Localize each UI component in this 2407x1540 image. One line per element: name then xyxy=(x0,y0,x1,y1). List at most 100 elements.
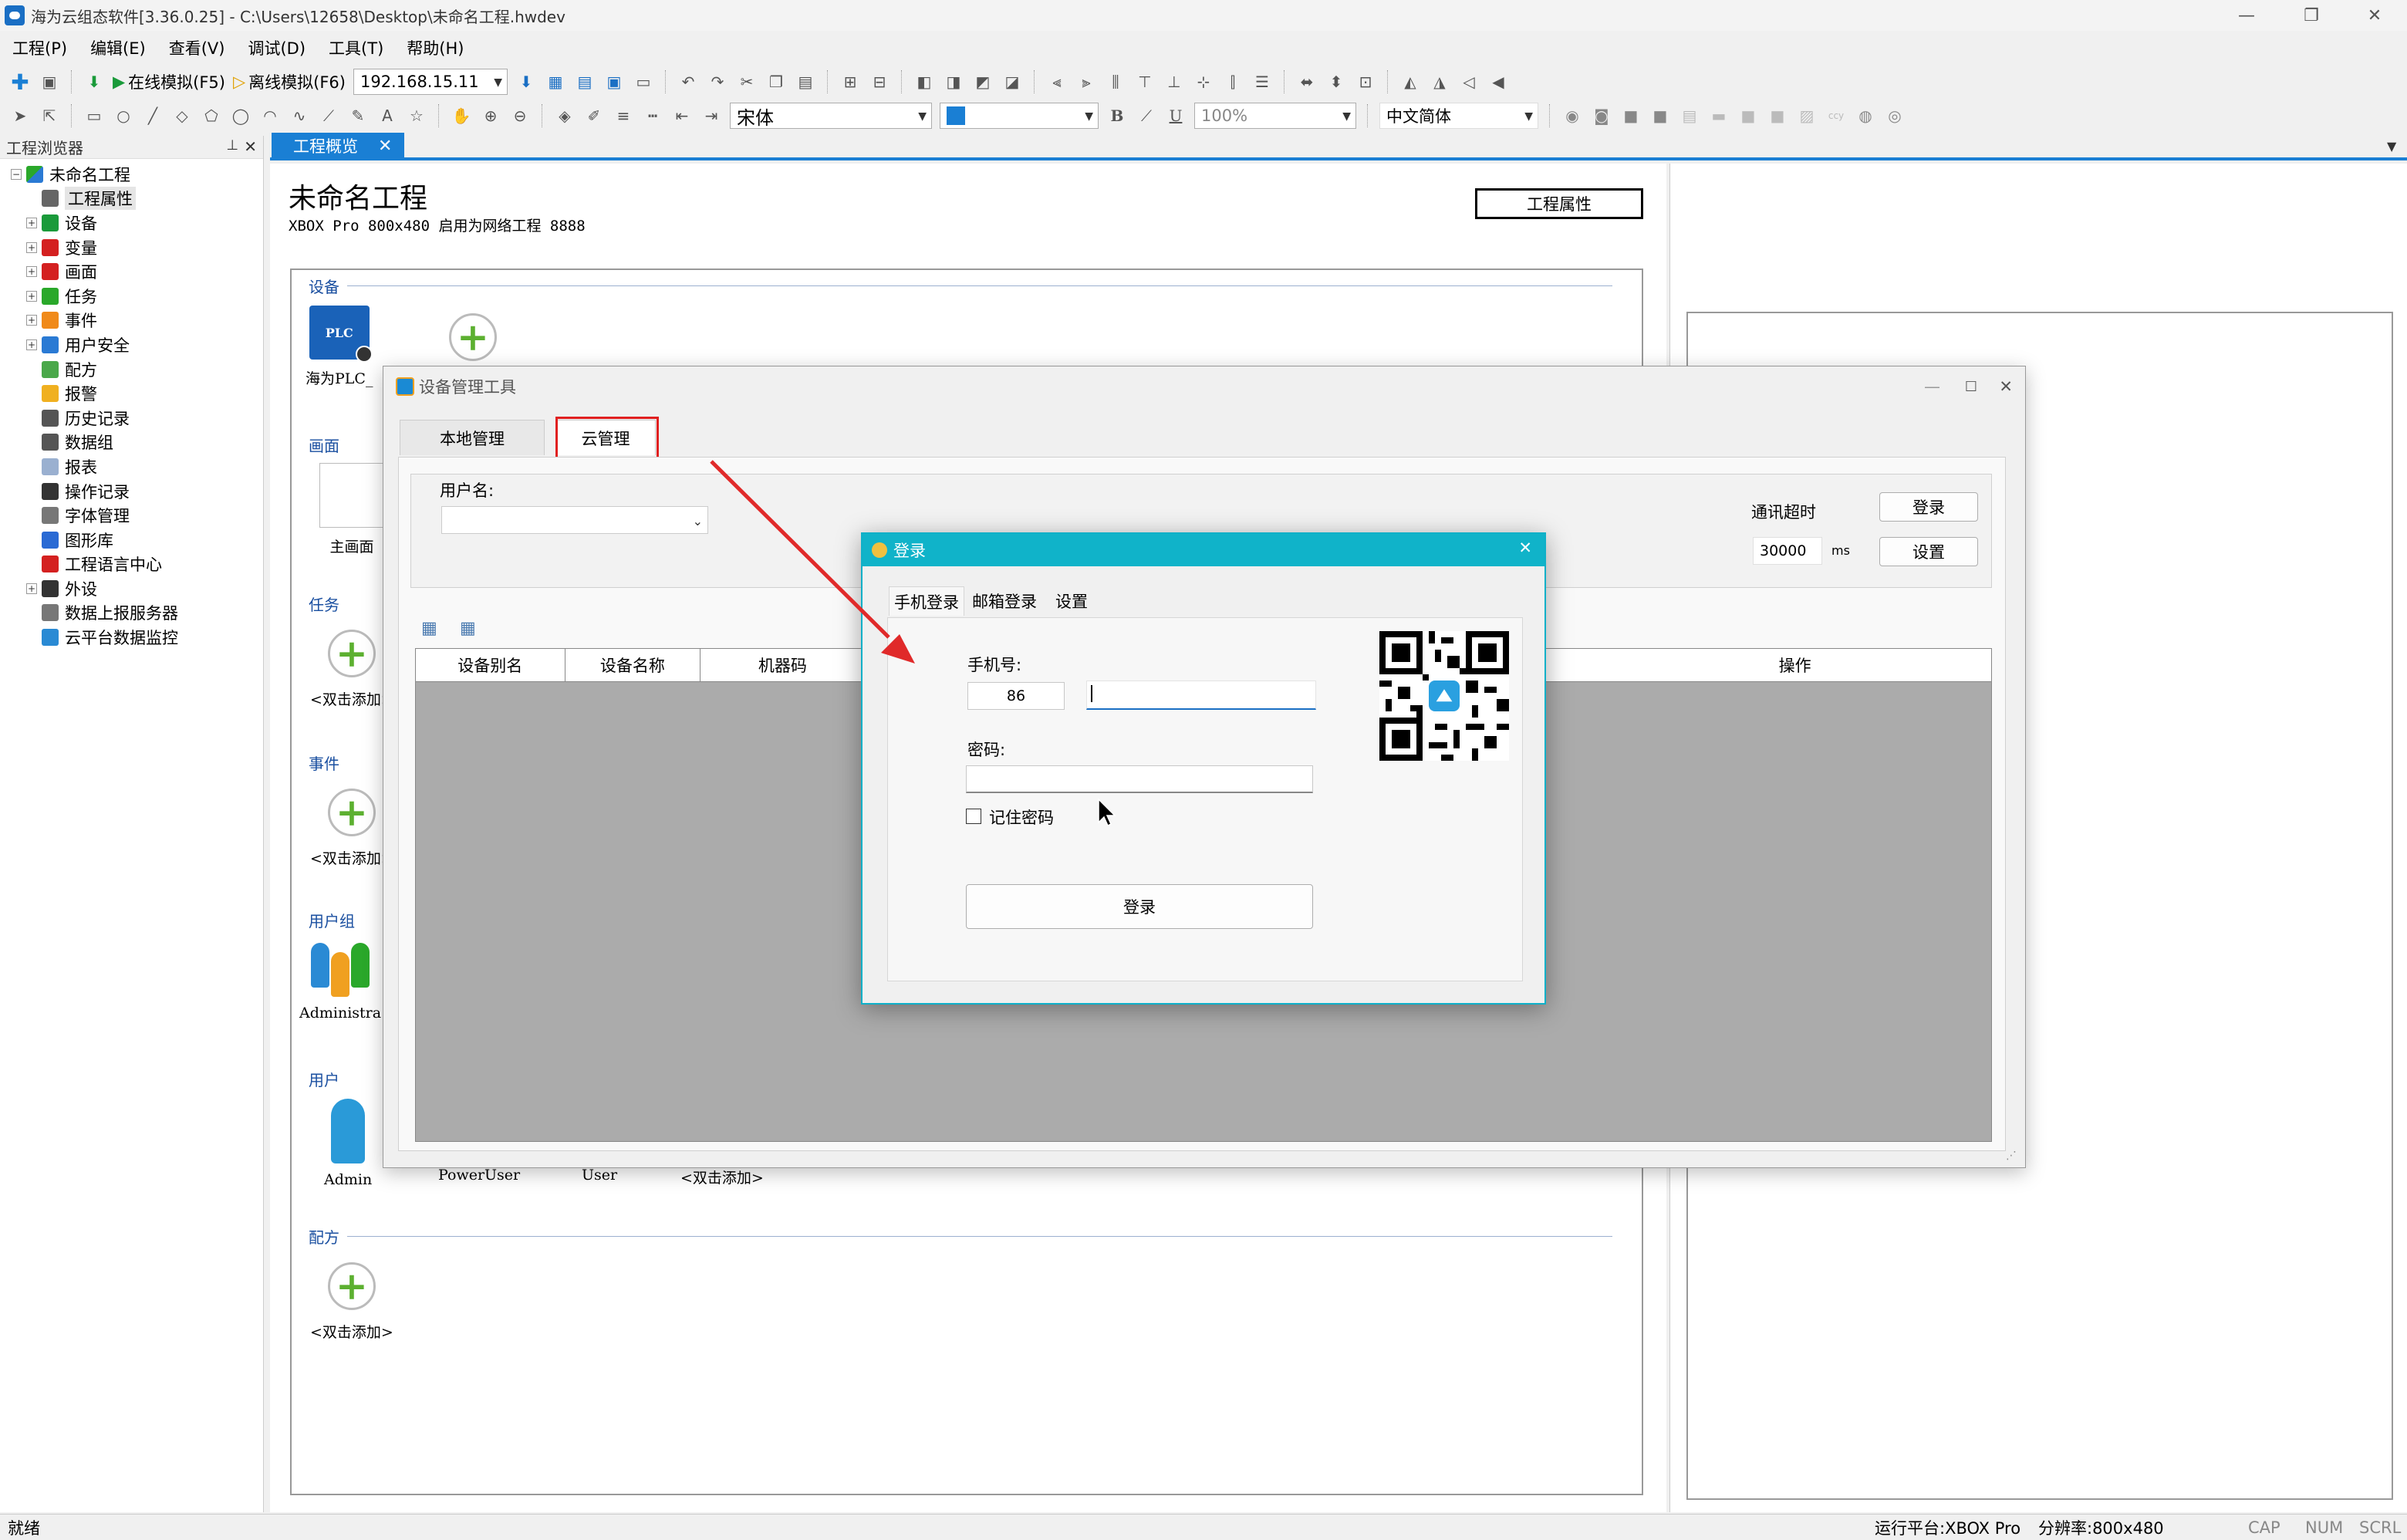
login-close-button[interactable]: ✕ xyxy=(1518,539,1532,557)
star-icon[interactable]: ☆ xyxy=(406,105,427,127)
line-style-icon[interactable]: ┅ xyxy=(642,105,663,127)
qr-code[interactable] xyxy=(1379,631,1509,761)
add-device-button[interactable]: + xyxy=(449,313,497,361)
redo-icon[interactable]: ↷ xyxy=(707,71,728,93)
backward-icon[interactable]: ◪ xyxy=(1001,71,1023,93)
device-settings-button[interactable]: 设置 xyxy=(1879,537,1978,566)
tree-item[interactable]: 数据组 xyxy=(11,431,263,455)
block2-icon[interactable]: ■ xyxy=(1767,105,1788,127)
ccy-icon[interactable]: ccy xyxy=(1825,105,1847,127)
device-item[interactable]: PLC 海为PLC_ xyxy=(306,306,373,388)
tab-overview[interactable]: 工程概览 ✕ xyxy=(272,133,404,159)
password-input[interactable] xyxy=(966,765,1313,793)
login-submit-button[interactable]: 登录 xyxy=(966,884,1313,929)
expand-icon[interactable]: + xyxy=(26,266,37,278)
resize-grip-icon[interactable]: ⋰ xyxy=(2006,1150,2017,1162)
add-task-button[interactable]: + <双击添加> xyxy=(310,630,393,709)
fill-color-icon[interactable]: ◈ xyxy=(554,105,576,127)
align-right-icon[interactable]: ⫸ xyxy=(1075,71,1097,93)
col-device-name[interactable]: 设备名称 xyxy=(565,649,701,681)
line-icon[interactable]: ╱ xyxy=(142,105,164,127)
close-button[interactable]: ✕ xyxy=(1999,377,2013,396)
tree-item[interactable]: 图形库 xyxy=(11,528,263,552)
expand-icon[interactable]: + xyxy=(26,241,37,253)
copy-icon[interactable]: ❐ xyxy=(765,71,787,93)
pipe-icon[interactable]: ⟋ xyxy=(318,105,339,127)
bold-button[interactable]: B xyxy=(1106,105,1128,127)
country-code-input[interactable]: 86 xyxy=(967,682,1065,710)
menu-edit[interactable]: 编辑(E) xyxy=(90,36,146,59)
menu-project[interactable]: 工程(P) xyxy=(12,36,67,59)
tree-item[interactable]: + 设备 xyxy=(11,211,263,235)
underline-button[interactable]: U xyxy=(1165,105,1187,127)
tree-item[interactable]: 配方 xyxy=(11,357,263,382)
diamond-icon[interactable]: ◇ xyxy=(171,105,193,127)
table-icon[interactable]: ▤ xyxy=(1679,105,1700,127)
select-icon[interactable]: ➤ xyxy=(9,105,31,127)
pin-icon[interactable]: ⊥ xyxy=(226,137,238,154)
forward-icon[interactable]: ◩ xyxy=(972,71,994,93)
record-icon[interactable]: ◉ xyxy=(1561,105,1583,127)
build-icon[interactable]: ▤ xyxy=(574,71,596,93)
cut-icon[interactable]: ✂ xyxy=(736,71,758,93)
align-top-icon[interactable]: ⊤ xyxy=(1134,71,1156,93)
screen-item[interactable]: 主画面 xyxy=(319,463,384,556)
screen-icon[interactable]: ▭ xyxy=(633,71,654,93)
layer-icon[interactable]: ■ xyxy=(1649,105,1671,127)
add-user-button[interactable]: <双击添加> xyxy=(680,1167,764,1187)
align-center-icon[interactable]: ⫼ xyxy=(1105,71,1126,93)
expand-icon[interactable]: + xyxy=(26,217,37,228)
select-area-icon[interactable]: ⇱ xyxy=(39,105,60,127)
tree-item[interactable]: + 画面 xyxy=(11,259,263,284)
download-icon[interactable]: ⬇ xyxy=(83,71,105,93)
paste-icon[interactable]: ▤ xyxy=(795,71,816,93)
tab-close-icon[interactable]: ✕ xyxy=(378,137,392,156)
tab-list-icon[interactable]: ▼ xyxy=(2387,139,2396,154)
same-width-icon[interactable]: ⬌ xyxy=(1296,71,1318,93)
menu-help[interactable]: 帮助(H) xyxy=(407,36,464,59)
color-combo[interactable]: ▼ xyxy=(940,103,1099,129)
expand-icon[interactable]: + xyxy=(26,339,37,350)
ip-combo[interactable]: 192.168.15.11 ▼ xyxy=(353,69,508,95)
rotate-left-icon[interactable]: ◁ xyxy=(1458,71,1480,93)
minimize-button[interactable]: — xyxy=(1924,377,1940,396)
add-recipe-button[interactable]: + <双击添加> xyxy=(310,1262,393,1342)
col-machine-code[interactable]: 机器码 xyxy=(700,649,866,681)
line-width-icon[interactable]: ≡ xyxy=(613,105,634,127)
tab-phone-login[interactable]: 手机登录 xyxy=(889,586,964,616)
distribute-v-icon[interactable]: ☰ xyxy=(1251,71,1273,93)
grid-icon[interactable]: ■ xyxy=(1620,105,1642,127)
tree-item[interactable]: 工程语言中心 xyxy=(11,552,263,577)
explorer-close-button[interactable]: ✕ xyxy=(244,137,257,156)
image-icon[interactable]: ▨ xyxy=(1796,105,1818,127)
curve-icon[interactable]: ∿ xyxy=(289,105,310,127)
collapse-icon[interactable]: − xyxy=(11,168,22,180)
arrow-end-icon[interactable]: ⇥ xyxy=(700,105,722,127)
globe-icon[interactable]: ◍ xyxy=(1855,105,1876,127)
bring-front-icon[interactable]: ◧ xyxy=(913,71,935,93)
add-event-button[interactable]: + <双击添加> xyxy=(310,789,393,868)
same-size-icon[interactable]: ⊡ xyxy=(1355,71,1376,93)
tab-email-login[interactable]: 邮箱登录 xyxy=(967,586,1041,616)
bar-icon[interactable]: ▬ xyxy=(1708,105,1730,127)
tree-item[interactable]: 云平台数据监控 xyxy=(11,625,263,650)
minimize-button[interactable]: — xyxy=(2214,0,2279,31)
col-device-alias[interactable]: 设备别名 xyxy=(416,649,565,681)
menu-view[interactable]: 查看(V) xyxy=(169,36,225,59)
undo-icon[interactable]: ↶ xyxy=(677,71,699,93)
rectangle-icon[interactable]: ▭ xyxy=(83,105,105,127)
tree-item[interactable]: + 用户安全 xyxy=(11,333,263,357)
arrow-start-icon[interactable]: ⇤ xyxy=(671,105,693,127)
tree-item[interactable]: 数据上报服务器 xyxy=(11,601,263,626)
save-icon[interactable]: ▣ xyxy=(39,71,60,93)
zoom-out-icon[interactable]: ⊖ xyxy=(509,105,531,127)
tree-item[interactable]: + 变量 xyxy=(11,235,263,260)
hand-icon[interactable]: ✋ xyxy=(451,105,472,127)
monitor-icon[interactable]: ▣ xyxy=(603,71,625,93)
new-icon[interactable]: ✚ xyxy=(9,69,31,95)
maximize-button[interactable]: ☐ xyxy=(1965,379,1977,395)
align-left-icon[interactable]: ⫷ xyxy=(1046,71,1068,93)
camera-icon[interactable]: ◙ xyxy=(1591,105,1612,127)
phone-input[interactable] xyxy=(1086,681,1316,710)
online-sim-button[interactable]: ▶ 在线模拟(F5) xyxy=(113,70,225,93)
